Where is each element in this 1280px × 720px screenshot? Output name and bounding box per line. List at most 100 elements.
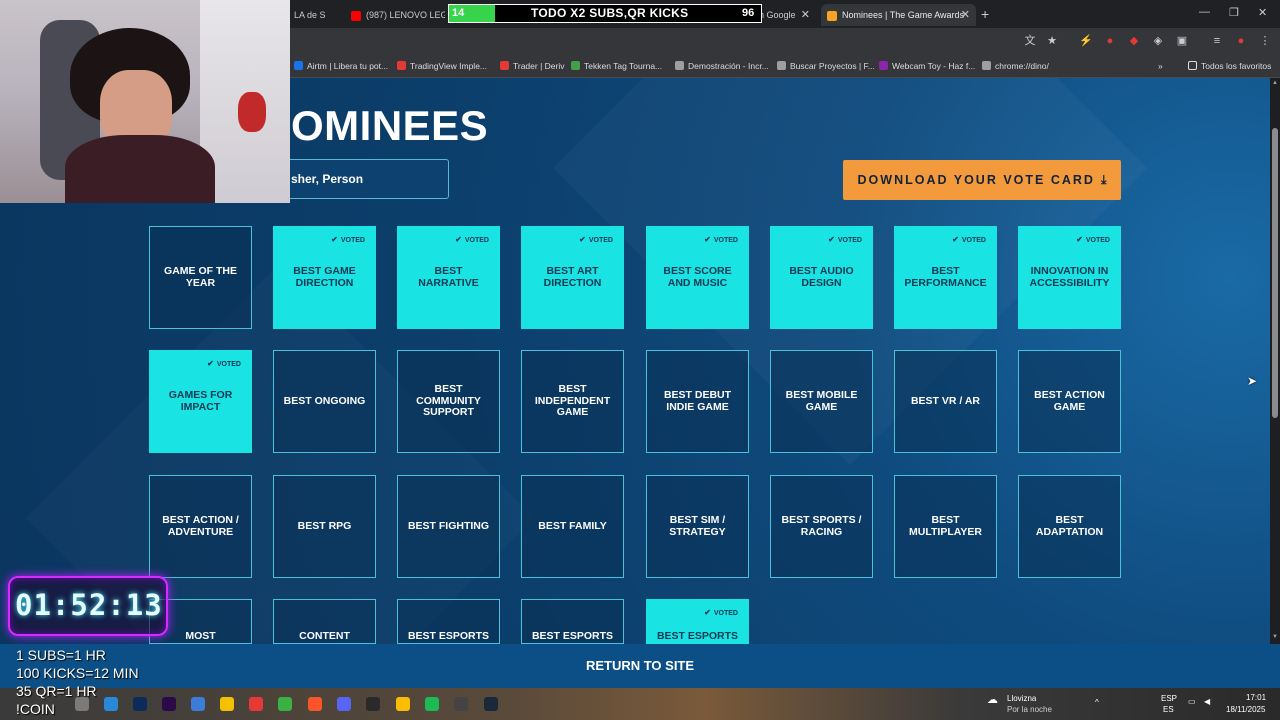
category-label: Best Sports / Racing xyxy=(781,514,862,538)
steam-icon[interactable] xyxy=(484,697,498,711)
tray-overflow-icon[interactable]: ^ xyxy=(1095,698,1099,707)
subathon-timer: 01:52:13 xyxy=(15,588,163,622)
deriv-icon[interactable] xyxy=(249,697,263,711)
filter-dropdown[interactable]: sher, Person xyxy=(270,159,449,199)
puzzle-icon[interactable]: ▣ xyxy=(1176,35,1188,47)
chrome-icon[interactable] xyxy=(396,697,410,711)
category-card[interactable]: Best Action / Adventure xyxy=(149,475,252,578)
network-icon[interactable]: ▭ xyxy=(1188,697,1196,706)
voted-badge: ✔ VOTED xyxy=(704,608,738,617)
category-card[interactable]: Best Ongoing xyxy=(273,350,376,453)
category-card[interactable]: ✔ VOTED Best Audio Design xyxy=(770,226,873,329)
voted-label: VOTED xyxy=(464,237,489,244)
category-card[interactable]: Best Multiplayer xyxy=(894,475,997,578)
app-icon[interactable] xyxy=(454,697,468,711)
checkmark-icon: ✔ xyxy=(579,235,586,244)
category-card[interactable]: Best Adaptation xyxy=(1018,475,1121,578)
category-card[interactable]: ✔ VOTED Best Esports xyxy=(646,599,749,644)
checkmark-icon: ✔ xyxy=(828,235,835,244)
category-card[interactable]: ✔ VOTED Best Score and Music xyxy=(646,226,749,329)
voted-badge: ✔ VOTED xyxy=(828,235,862,244)
category-card[interactable]: Best Action Game xyxy=(1018,350,1121,453)
category-card[interactable]: Best Independent Game xyxy=(521,350,624,453)
rule-line: !COIN xyxy=(16,701,55,717)
all-bookmarks-folder[interactable]: Todos los favoritos xyxy=(1188,61,1271,71)
category-card[interactable]: ✔ VOTED Innovation in Accessibility xyxy=(1018,226,1121,329)
category-card[interactable]: Best Community Support xyxy=(397,350,500,453)
voted-label: VOTED xyxy=(216,361,241,368)
return-to-site-link[interactable]: RETURN TO SITE xyxy=(0,658,1280,673)
spotify-icon[interactable] xyxy=(425,697,439,711)
scroll-down-icon[interactable]: ▼ xyxy=(1272,634,1278,640)
bookmark-item[interactable]: Buscar Proyectos | F... xyxy=(777,61,875,71)
bookmark-item[interactable]: chrome://dino/ xyxy=(982,61,1049,71)
brave-icon[interactable] xyxy=(308,697,322,711)
category-card[interactable]: Best Esports xyxy=(397,599,500,644)
profile-avatar-icon[interactable]: ● xyxy=(1235,35,1247,47)
language-indicator[interactable]: ESP xyxy=(1161,694,1177,703)
discord-icon[interactable] xyxy=(337,697,351,711)
bookmark-item[interactable]: TradingView Imple... xyxy=(397,61,487,71)
minimize-icon[interactable]: — xyxy=(1199,6,1210,18)
bookmark-item[interactable]: Trader | Deriv xyxy=(500,61,565,71)
category-card[interactable]: Best Fighting xyxy=(397,475,500,578)
close-tab-icon[interactable]: ✕ xyxy=(801,4,810,26)
bookmark-item[interactable]: Webcam Toy - Haz f... xyxy=(879,61,975,71)
media-icon[interactable]: ≡ xyxy=(1211,35,1223,47)
category-card[interactable]: Best RPG xyxy=(273,475,376,578)
weather-text[interactable]: Llovizna xyxy=(1007,694,1036,703)
extension-icon[interactable]: ● xyxy=(1104,35,1116,47)
obs-icon[interactable] xyxy=(366,697,380,711)
translate-icon[interactable]: 文 xyxy=(1024,35,1036,47)
extension-icon[interactable]: ◆ xyxy=(1128,35,1140,47)
volume-icon[interactable]: ◀ xyxy=(1204,697,1210,706)
category-card[interactable]: Best Debut Indie Game xyxy=(646,350,749,453)
category-card[interactable]: Best Family xyxy=(521,475,624,578)
clock-time[interactable]: 17:01 xyxy=(1246,693,1266,702)
page-scrollbar[interactable]: ▲ ▼ xyxy=(1270,78,1280,644)
download-icon: ⤓ xyxy=(1100,173,1107,187)
voted-badge: ✔ VOTED xyxy=(331,235,365,244)
menu-kebab-icon[interactable]: ⋮ xyxy=(1259,35,1271,47)
category-card[interactable]: ✔ VOTED Games for Impact xyxy=(149,350,252,453)
category-card[interactable]: Content xyxy=(273,599,376,644)
category-card[interactable]: ✔ VOTED Best Performance xyxy=(894,226,997,329)
category-card[interactable]: Best Mobile Game xyxy=(770,350,873,453)
bookmarks-overflow-icon[interactable]: » xyxy=(1158,61,1163,71)
category-card[interactable]: Best Sim / Strategy xyxy=(646,475,749,578)
bookmark-item[interactable]: Airtm | Libera tu pot... xyxy=(294,61,388,71)
voted-badge: ✔ VOTED xyxy=(1076,235,1110,244)
voted-label: VOTED xyxy=(713,610,738,617)
scroll-up-icon[interactable]: ▲ xyxy=(1272,80,1278,86)
checkmark-icon: ✔ xyxy=(704,235,711,244)
extension-icon[interactable]: ◈ xyxy=(1152,35,1164,47)
window-close-icon[interactable]: ✕ xyxy=(1258,6,1267,19)
rule-line: 1 SUBS=1 HR xyxy=(16,647,106,663)
close-tab-icon[interactable]: ✕ xyxy=(961,4,970,26)
new-tab-icon[interactable]: + xyxy=(981,4,989,24)
category-card[interactable]: ✔ VOTED Best Game Direction xyxy=(273,226,376,329)
extension-icon[interactable]: ⚡ xyxy=(1079,35,1093,47)
category-card[interactable]: Game of the Year xyxy=(149,226,252,329)
category-label: Best Game Direction xyxy=(293,265,356,289)
checkmark-icon: ✔ xyxy=(952,235,959,244)
category-card[interactable]: Best Esports xyxy=(521,599,624,644)
tab-2[interactable]: (987) LENOVO LEGION xyxy=(345,4,445,26)
bookmark-item[interactable]: Tekken Tag Tourna... xyxy=(571,61,662,71)
bookmark-item[interactable]: Demostración - Incr... xyxy=(675,61,769,71)
category-card[interactable]: ✔ VOTED Best Art Direction xyxy=(521,226,624,329)
download-vote-card-button[interactable]: DOWNLOAD YOUR VOTE CARD ⤓ xyxy=(843,160,1121,200)
category-card[interactable]: Best VR / AR xyxy=(894,350,997,453)
youtube-icon xyxy=(351,10,361,21)
category-card[interactable]: ✔ VOTED Best Narrative xyxy=(397,226,500,329)
scrollbar-thumb[interactable] xyxy=(1272,128,1278,418)
premiere-icon[interactable] xyxy=(162,697,176,711)
store-icon[interactable] xyxy=(191,697,205,711)
category-card[interactable]: Best Sports / Racing xyxy=(770,475,873,578)
bookmark-star-icon[interactable]: ★ xyxy=(1046,35,1058,47)
tab-active[interactable]: Nominees | The Game Awards ✕ xyxy=(821,4,976,26)
minecraft-icon[interactable] xyxy=(278,697,292,711)
maximize-icon[interactable]: ❐ xyxy=(1229,6,1239,19)
explorer-icon[interactable] xyxy=(220,697,234,711)
tab-1[interactable]: LA de S xyxy=(288,4,332,26)
